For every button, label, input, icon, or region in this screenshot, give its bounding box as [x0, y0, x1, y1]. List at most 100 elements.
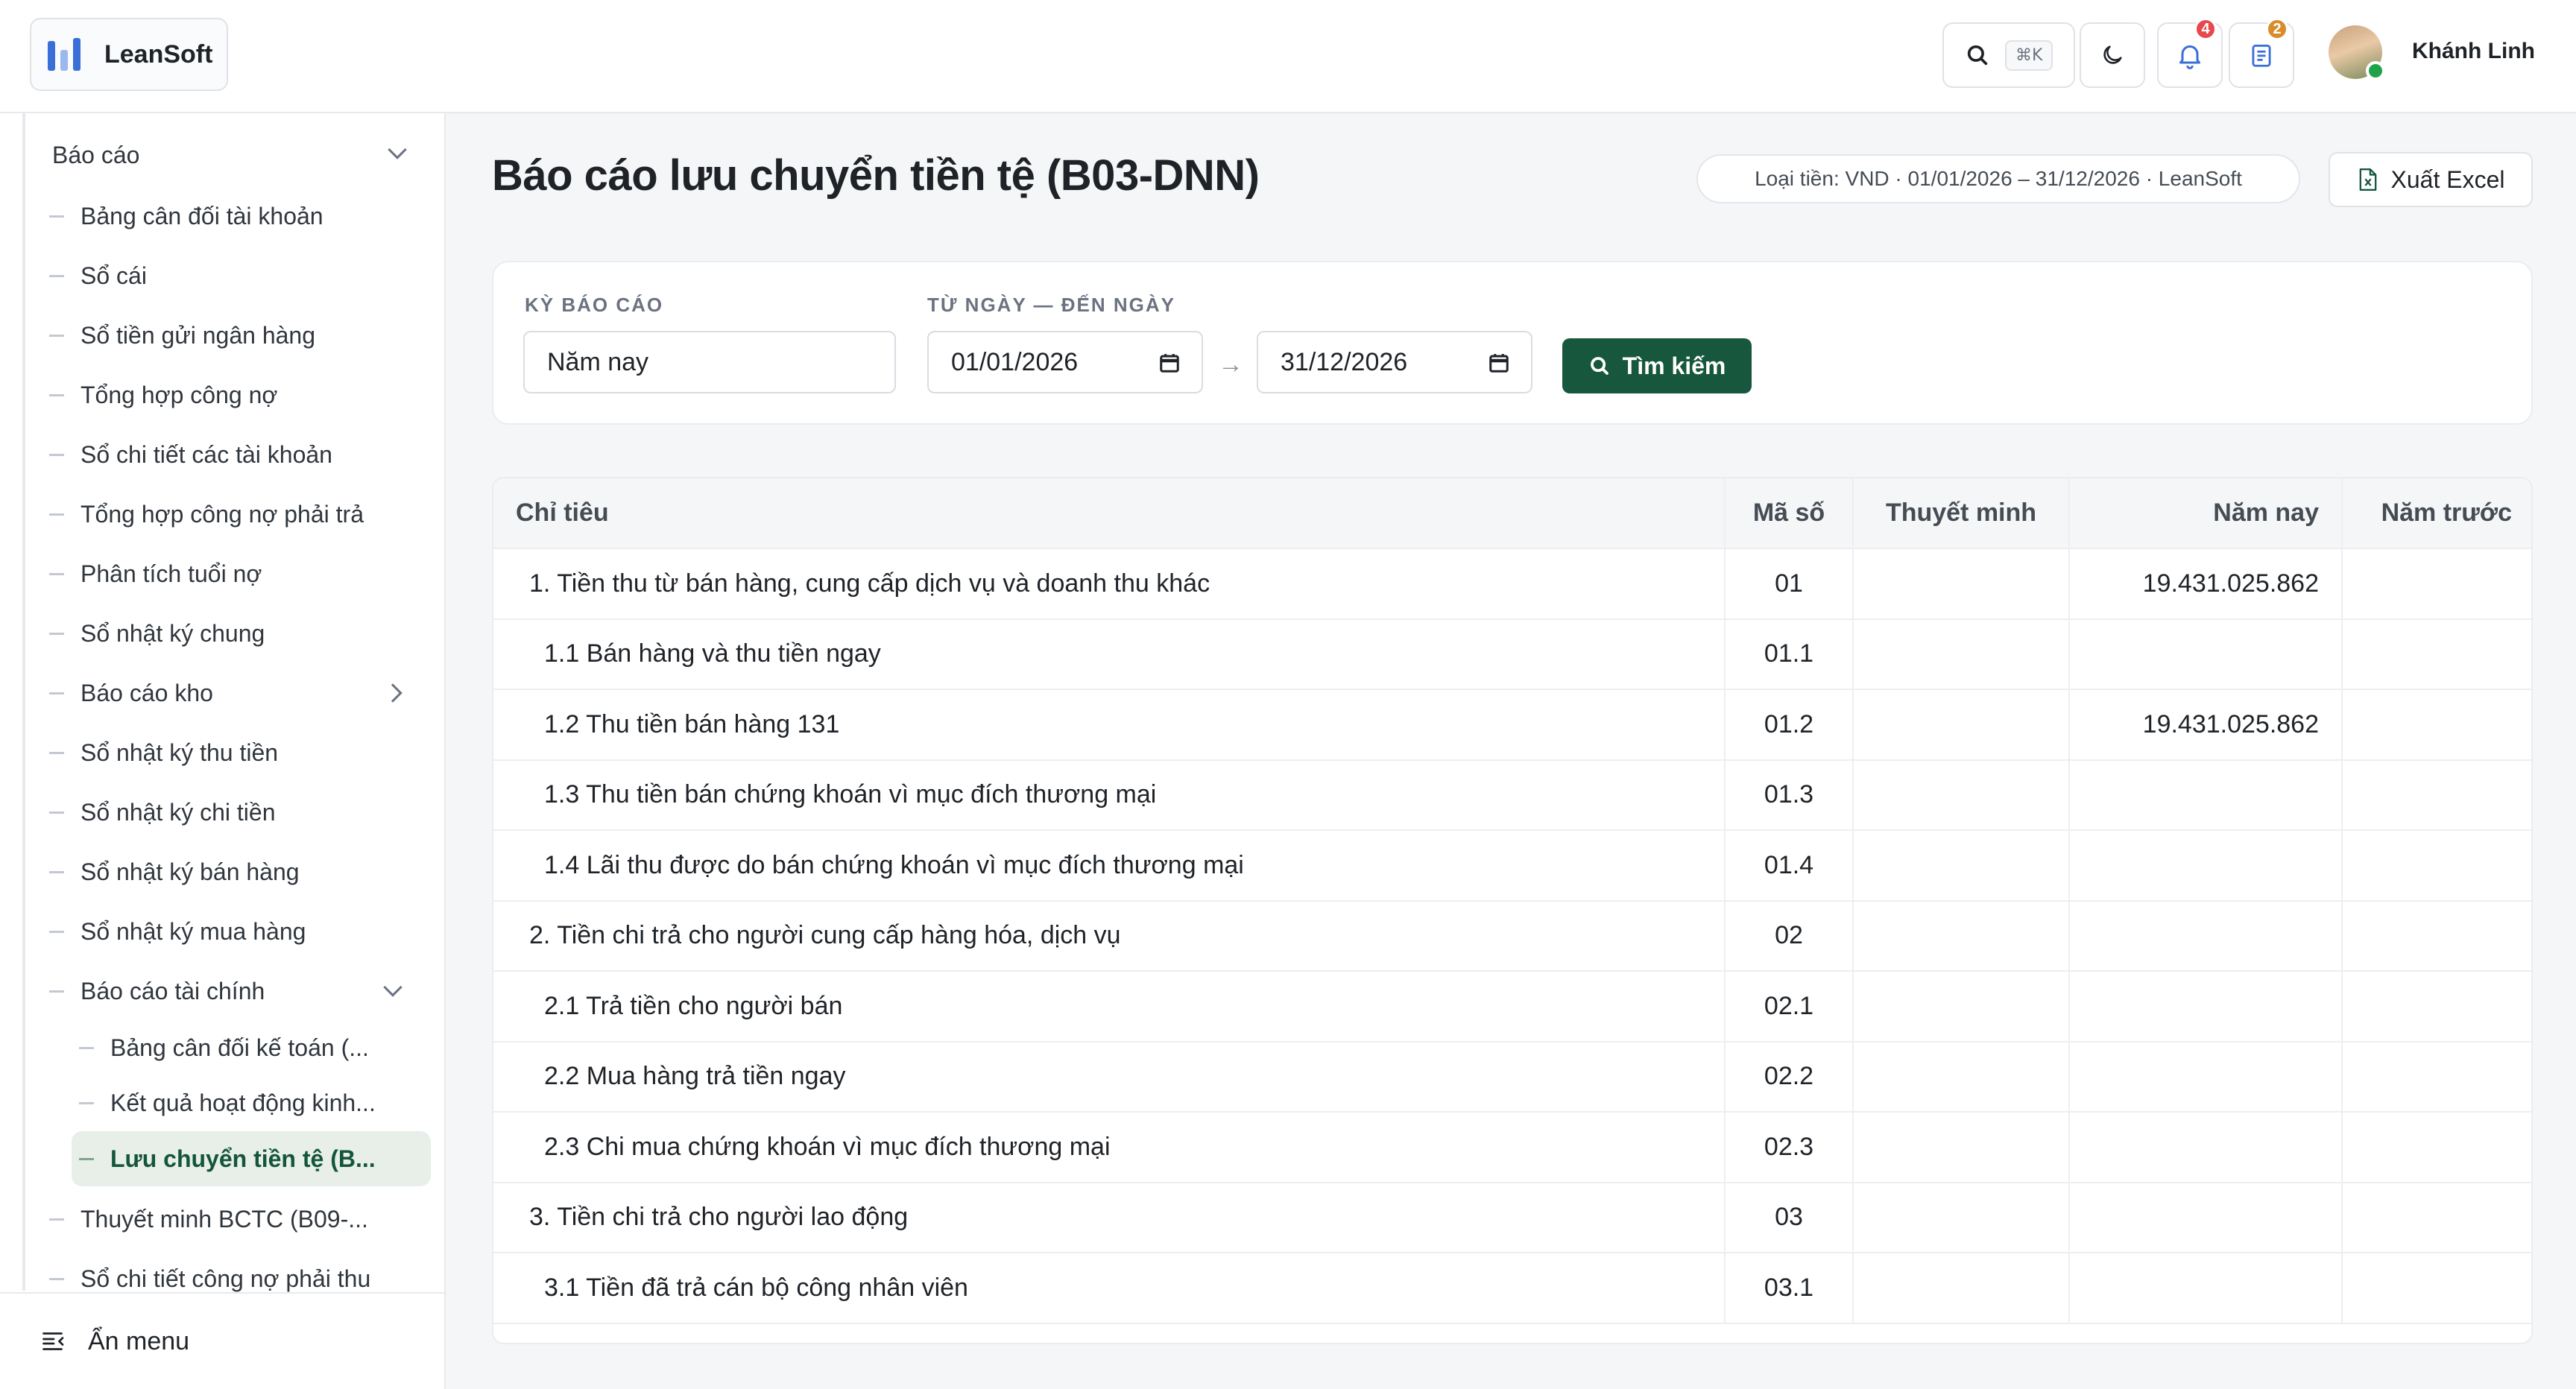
sidebar-scroll-rail[interactable]: [22, 113, 25, 1291]
sidebar-item[interactable]: Sổ cái: [49, 252, 407, 300]
cell-current-year: [2069, 1182, 2343, 1253]
sidebar-item[interactable]: Thuyết minh BCTC (B09-...: [49, 1195, 407, 1243]
cell-code: 02.1: [1725, 971, 1854, 1042]
table-row[interactable]: 2. Tiền chi trả cho người cung cấp hàng …: [493, 900, 2531, 972]
cell-note: [1853, 1112, 2070, 1183]
col-header-indicator[interactable]: Chỉ tiêu: [493, 478, 1726, 549]
sidebar-item-inventory-reports[interactable]: Báo cáo kho: [49, 669, 407, 717]
moon-icon: [2103, 45, 2122, 64]
search-submit-label: Tìm kiếm: [1622, 352, 1726, 379]
tasks-button[interactable]: 2: [2229, 18, 2294, 88]
sidebar-item[interactable]: Sổ nhật ký bán hàng: [49, 848, 407, 896]
cell-code: 02.2: [1725, 1041, 1854, 1113]
col-header-note[interactable]: Thuyết minh: [1853, 478, 2070, 549]
sidebar-subitem[interactable]: Kết quả hoạt động kinh...: [79, 1079, 429, 1127]
sidebar-item[interactable]: Sổ chi tiết các tài khoản: [49, 431, 407, 478]
table-row[interactable]: 3. Tiền chi trả cho người lao động 03: [493, 1182, 2531, 1253]
table-row[interactable]: 3.1 Tiền đã trả cán bộ công nhân viên 03.…: [493, 1253, 2531, 1324]
cell-note: [1853, 1182, 2070, 1253]
cash-flow-table: Chỉ tiêu Mã số Thuyết minh Năm nay Năm t…: [493, 478, 2531, 1324]
user-name[interactable]: Khánh Linh: [2412, 39, 2535, 64]
sidebar-item-financial-reports[interactable]: Báo cáo tài chính: [49, 967, 407, 1015]
from-date-input[interactable]: 01/01/2026: [927, 331, 1203, 393]
cell-previous-year: [2342, 1253, 2531, 1324]
cell-previous-year: [2342, 1041, 2531, 1113]
cell-previous-year: [2342, 1182, 2531, 1253]
table-row[interactable]: 2.3 Chi mua chứng khoán vì mục đích thươ…: [493, 1112, 2531, 1183]
cell-indicator: 2.1 Trả tiền cho người bán: [493, 971, 1726, 1042]
sidebar-item[interactable]: Tổng hợp công nợ phải trả: [49, 490, 407, 538]
sidebar-item[interactable]: Sổ nhật ký chung: [49, 610, 407, 657]
sidebar-item[interactable]: Phân tích tuổi nợ: [49, 550, 407, 598]
calendar-icon[interactable]: [1488, 352, 1510, 374]
cell-current-year: [2069, 1253, 2343, 1324]
search-icon: [1590, 357, 1609, 375]
calendar-icon[interactable]: [1158, 352, 1181, 374]
notifications-badge: 4: [2194, 18, 2217, 40]
to-date-input[interactable]: 31/12/2026: [1257, 331, 1532, 393]
cell-note: [1853, 618, 2070, 690]
filter-panel: KỲ BÁO CÁO Năm nay TỪ NGÀY — ĐẾN NGÀY 01…: [492, 261, 2533, 425]
avatar[interactable]: [2329, 25, 2385, 80]
notifications-button[interactable]: 4: [2157, 18, 2223, 88]
sidebar-item[interactable]: Sổ tiền gửi ngân hàng: [49, 311, 407, 359]
brand-name: LeanSoft: [104, 39, 213, 69]
sidebar-item[interactable]: Tổng hợp công nợ: [49, 371, 407, 419]
cell-indicator: 1.2 Thu tiền bán hàng 131: [493, 689, 1726, 761]
table-row[interactable]: 1. Tiền thu từ bán hàng, cung cấp dịch v…: [493, 548, 2531, 620]
cell-previous-year: [2342, 1112, 2531, 1183]
sidebar-item[interactable]: Sổ nhật ký chi tiền: [49, 788, 407, 836]
export-excel-button[interactable]: Xuất Excel: [2329, 152, 2533, 207]
sidebar-subitem[interactable]: Bảng cân đối kế toán (...: [79, 1024, 429, 1072]
col-header-current-year[interactable]: Năm nay: [2069, 478, 2343, 549]
chevron-down-icon: [388, 140, 407, 159]
cell-current-year: [2069, 971, 2343, 1042]
cell-current-year: [2069, 830, 2343, 902]
period-select[interactable]: Năm nay: [523, 331, 896, 393]
cell-indicator: 3.1 Tiền đã trả cán bộ công nhân viên: [493, 1253, 1726, 1324]
sidebar-item[interactable]: Sổ nhật ký thu tiền: [49, 729, 407, 776]
cell-previous-year: [2342, 689, 2531, 761]
table-row[interactable]: 1.3 Thu tiền bán chứng khoán vì mục đích…: [493, 759, 2531, 831]
sidebar-subitem-active[interactable]: Lưu chuyển tiền tệ (B...: [72, 1131, 431, 1186]
cell-code: 01.1: [1725, 618, 1854, 690]
brand-logo-button[interactable]: LeanSoft: [30, 18, 228, 91]
cell-code: 01.4: [1725, 830, 1854, 902]
to-date-value: 31/12/2026: [1281, 347, 1408, 376]
chevron-right-icon: [383, 683, 402, 703]
cell-note: [1853, 759, 2070, 831]
hide-menu-label: Ẩn menu: [88, 1326, 190, 1355]
table-row[interactable]: 1.4 Lãi thu được do bán chứng khoán vì m…: [493, 830, 2531, 902]
sidebar-group-label: Báo cáo: [52, 141, 140, 168]
cash-flow-table-card: Chỉ tiêu Mã số Thuyết minh Năm nay Năm t…: [492, 477, 2533, 1344]
cell-indicator: 2. Tiền chi trả cho người cung cấp hàng …: [493, 900, 1726, 972]
table-row[interactable]: 2.2 Mua hàng trả tiền ngay 02.2: [493, 1041, 2531, 1113]
search-submit-button[interactable]: Tìm kiếm: [1562, 338, 1752, 393]
sidebar-item[interactable]: Sổ nhật ký mua hàng: [49, 908, 407, 955]
tasks-badge: 2: [2266, 18, 2288, 40]
col-header-previous-year[interactable]: Năm trước: [2342, 478, 2531, 549]
col-header-code[interactable]: Mã số: [1725, 478, 1854, 549]
cell-previous-year: [2342, 830, 2531, 902]
date-range-label: TỪ NGÀY — ĐẾN NGÀY: [927, 294, 1176, 316]
cell-current-year: [2069, 1041, 2343, 1113]
bell-icon: [2179, 45, 2200, 69]
cell-indicator: 1.3 Thu tiền bán chứng khoán vì mục đích…: [493, 759, 1726, 831]
collapse-menu-icon: [42, 1332, 64, 1350]
cell-previous-year: [2342, 548, 2531, 620]
clipboard-icon: [2252, 44, 2271, 67]
table-row[interactable]: 1.1 Bán hàng và thu tiền ngay 01.1: [493, 618, 2531, 690]
cell-note: [1853, 1253, 2070, 1324]
search-button[interactable]: ⌘K: [1942, 22, 2075, 88]
sidebar-item[interactable]: Bảng cân đối tài khoản: [49, 192, 407, 240]
sidebar-group-reports[interactable]: Báo cáo: [27, 131, 414, 179]
table-row[interactable]: 2.1 Trả tiền cho người bán 02.1: [493, 971, 2531, 1042]
theme-toggle-button[interactable]: [2080, 22, 2145, 88]
sidebar: Báo cáo Bảng cân đối tài khoản Sổ cái Sổ…: [0, 113, 446, 1389]
table-row[interactable]: 1.2 Thu tiền bán hàng 131 01.2 19.431.025.…: [493, 689, 2531, 761]
from-date-value: 01/01/2026: [951, 347, 1079, 376]
cell-note: [1853, 1041, 2070, 1113]
cell-code: 02: [1725, 900, 1854, 972]
cell-note: [1853, 830, 2070, 902]
hide-menu-button[interactable]: Ẩn menu: [0, 1292, 444, 1389]
